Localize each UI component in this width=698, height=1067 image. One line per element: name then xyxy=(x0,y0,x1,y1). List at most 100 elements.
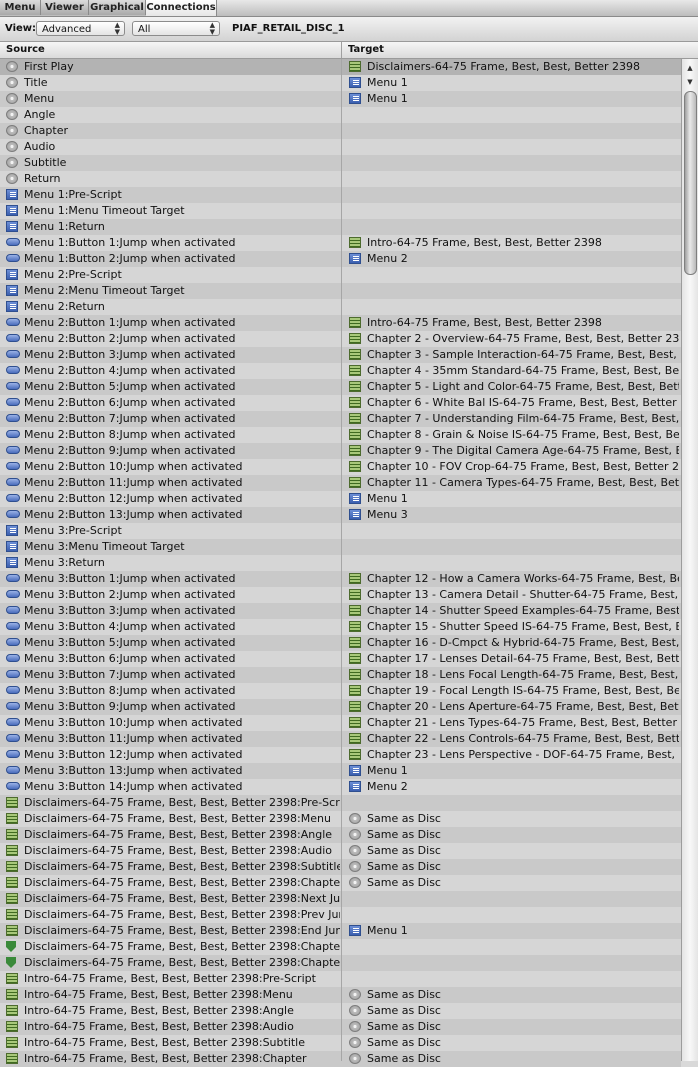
target-cell[interactable]: Menu 1 xyxy=(349,491,679,507)
source-cell[interactable]: Menu 3:Button 9:Jump when activated xyxy=(6,699,340,715)
source-cell[interactable]: Disclaimers-64-75 Frame, Best, Best, Bet… xyxy=(6,891,340,907)
source-cell[interactable]: Menu 2:Return xyxy=(6,299,340,315)
source-cell[interactable]: Disclaimers-64-75 Frame, Best, Best, Bet… xyxy=(6,843,340,859)
source-cell[interactable]: Disclaimers-64-75 Frame, Best, Best, Bet… xyxy=(6,795,340,811)
tab-viewer[interactable]: Viewer xyxy=(41,0,89,15)
target-cell[interactable] xyxy=(349,539,679,555)
target-cell[interactable] xyxy=(349,155,679,171)
source-cell[interactable]: Menu 2:Button 2:Jump when activated xyxy=(6,331,340,347)
source-cell[interactable]: Disclaimers-64-75 Frame, Best, Best, Bet… xyxy=(6,827,340,843)
source-cell[interactable]: Menu 1:Pre-Script xyxy=(6,187,340,203)
source-cell[interactable]: Menu xyxy=(6,91,340,107)
source-cell[interactable]: Disclaimers-64-75 Frame, Best, Best, Bet… xyxy=(6,907,340,923)
source-cell[interactable]: Menu 2:Button 5:Jump when activated xyxy=(6,379,340,395)
source-cell[interactable]: Menu 2:Button 6:Jump when activated xyxy=(6,395,340,411)
source-cell[interactable]: Menu 3:Button 5:Jump when activated xyxy=(6,635,340,651)
target-cell[interactable]: Chapter 20 - Lens Aperture-64-75 Frame, … xyxy=(349,699,679,715)
source-cell[interactable]: Menu 3:Button 8:Jump when activated xyxy=(6,683,340,699)
tab-connections[interactable]: Connections xyxy=(146,0,217,16)
source-cell[interactable]: Menu 3:Button 2:Jump when activated xyxy=(6,587,340,603)
source-cell[interactable]: Chapter xyxy=(6,123,340,139)
target-cell[interactable]: Chapter 8 - Grain & Noise IS-64-75 Frame… xyxy=(349,427,679,443)
source-cell[interactable]: Menu 3:Return xyxy=(6,555,340,571)
target-cell[interactable]: Same as Disc xyxy=(349,1003,679,1019)
target-cell[interactable] xyxy=(349,955,679,971)
target-cell[interactable]: Same as Disc xyxy=(349,843,679,859)
target-cell[interactable]: Chapter 21 - Lens Types-64-75 Frame, Bes… xyxy=(349,715,679,731)
source-cell[interactable]: Intro-64-75 Frame, Best, Best, Better 23… xyxy=(6,1003,340,1019)
source-cell[interactable]: Disclaimers-64-75 Frame, Best, Best, Bet… xyxy=(6,939,340,955)
source-cell[interactable]: Menu 2:Button 13:Jump when activated xyxy=(6,507,340,523)
target-cell[interactable]: Same as Disc xyxy=(349,859,679,875)
target-cell[interactable]: Same as Disc xyxy=(349,1035,679,1051)
target-cell[interactable]: Same as Disc xyxy=(349,1019,679,1035)
target-cell[interactable]: Chapter 19 - Focal Length IS-64-75 Frame… xyxy=(349,683,679,699)
target-cell[interactable]: Chapter 18 - Lens Focal Length-64-75 Fra… xyxy=(349,667,679,683)
target-cell[interactable]: Same as Disc xyxy=(349,875,679,891)
target-cell[interactable]: Chapter 7 - Understanding Film-64-75 Fra… xyxy=(349,411,679,427)
source-cell[interactable]: Disclaimers-64-75 Frame, Best, Best, Bet… xyxy=(6,923,340,939)
source-cell[interactable]: Menu 3:Button 12:Jump when activated xyxy=(6,747,340,763)
target-cell[interactable] xyxy=(349,555,679,571)
target-cell[interactable]: Same as Disc xyxy=(349,1051,679,1067)
target-cell[interactable]: Chapter 5 - Light and Color-64-75 Frame,… xyxy=(349,379,679,395)
target-cell[interactable] xyxy=(349,203,679,219)
target-cell[interactable]: Chapter 6 - White Bal IS-64-75 Frame, Be… xyxy=(349,395,679,411)
source-cell[interactable]: Menu 3:Button 13:Jump when activated xyxy=(6,763,340,779)
column-divider[interactable] xyxy=(341,42,342,58)
source-cell[interactable]: Menu 3:Button 4:Jump when activated xyxy=(6,619,340,635)
target-cell[interactable]: Same as Disc xyxy=(349,987,679,1003)
target-cell[interactable]: Chapter 14 - Shutter Speed Examples-64-7… xyxy=(349,603,679,619)
source-cell[interactable]: Intro-64-75 Frame, Best, Best, Better 23… xyxy=(6,1035,340,1051)
target-cell[interactable]: Same as Disc xyxy=(349,811,679,827)
source-cell[interactable]: Menu 1:Button 2:Jump when activated xyxy=(6,251,340,267)
source-cell[interactable]: Menu 1:Menu Timeout Target xyxy=(6,203,340,219)
filter-select[interactable]: All ▲ ▼ xyxy=(132,21,220,36)
target-cell[interactable]: Menu 3 xyxy=(349,507,679,523)
target-column-header[interactable]: Target xyxy=(348,44,384,55)
source-cell[interactable]: Menu 2:Button 8:Jump when activated xyxy=(6,427,340,443)
source-cell[interactable]: Intro-64-75 Frame, Best, Best, Better 23… xyxy=(6,1019,340,1035)
scroll-down-arrow-icon[interactable]: ▼ xyxy=(682,75,698,89)
source-cell[interactable]: Menu 3:Menu Timeout Target xyxy=(6,539,340,555)
source-cell[interactable]: Menu 3:Button 14:Jump when activated xyxy=(6,779,340,795)
target-cell[interactable] xyxy=(349,187,679,203)
target-cell[interactable]: Menu 1 xyxy=(349,923,679,939)
target-cell[interactable] xyxy=(349,123,679,139)
target-cell[interactable]: Intro-64-75 Frame, Best, Best, Better 23… xyxy=(349,315,679,331)
target-cell[interactable]: Menu 2 xyxy=(349,779,679,795)
source-cell[interactable]: Menu 3:Button 10:Jump when activated xyxy=(6,715,340,731)
target-cell[interactable] xyxy=(349,939,679,955)
view-select[interactable]: Advanced ▲ ▼ xyxy=(36,21,125,36)
source-cell[interactable]: Menu 3:Button 6:Jump when activated xyxy=(6,651,340,667)
source-cell[interactable]: Menu 2:Button 3:Jump when activated xyxy=(6,347,340,363)
target-cell[interactable]: Chapter 13 - Camera Detail - Shutter-64-… xyxy=(349,587,679,603)
source-cell[interactable]: Menu 2:Button 11:Jump when activated xyxy=(6,475,340,491)
tab-menu[interactable]: Menu xyxy=(0,0,41,15)
target-cell[interactable] xyxy=(349,283,679,299)
source-cell[interactable]: Menu 2:Button 4:Jump when activated xyxy=(6,363,340,379)
target-cell[interactable]: Menu 1 xyxy=(349,91,679,107)
target-cell[interactable]: Disclaimers-64-75 Frame, Best, Best, Bet… xyxy=(349,59,679,75)
target-cell[interactable] xyxy=(349,971,679,987)
source-cell[interactable]: Disclaimers-64-75 Frame, Best, Best, Bet… xyxy=(6,859,340,875)
target-cell[interactable] xyxy=(349,219,679,235)
source-cell[interactable]: Menu 2:Pre-Script xyxy=(6,267,340,283)
source-cell[interactable]: Return xyxy=(6,171,340,187)
target-cell[interactable]: Chapter 17 - Lenses Detail-64-75 Frame, … xyxy=(349,651,679,667)
source-cell[interactable]: Menu 2:Button 10:Jump when activated xyxy=(6,459,340,475)
target-cell[interactable]: Intro-64-75 Frame, Best, Best, Better 23… xyxy=(349,235,679,251)
source-cell[interactable]: First Play xyxy=(6,59,340,75)
source-cell[interactable]: Menu 2:Button 9:Jump when activated xyxy=(6,443,340,459)
target-cell[interactable] xyxy=(349,523,679,539)
target-cell[interactable] xyxy=(349,795,679,811)
target-cell[interactable]: Chapter 9 - The Digital Camera Age-64-75… xyxy=(349,443,679,459)
target-cell[interactable]: Chapter 10 - FOV Crop-64-75 Frame, Best,… xyxy=(349,459,679,475)
target-cell[interactable]: Chapter 4 - 35mm Standard-64-75 Frame, B… xyxy=(349,363,679,379)
source-cell[interactable]: Menu 2:Button 7:Jump when activated xyxy=(6,411,340,427)
source-cell[interactable]: Menu 2:Menu Timeout Target xyxy=(6,283,340,299)
source-cell[interactable]: Title xyxy=(6,75,340,91)
source-cell[interactable]: Menu 3:Button 7:Jump when activated xyxy=(6,667,340,683)
scroll-up-arrow-icon[interactable]: ▲ xyxy=(682,61,698,75)
source-cell[interactable]: Menu 2:Button 1:Jump when activated xyxy=(6,315,340,331)
